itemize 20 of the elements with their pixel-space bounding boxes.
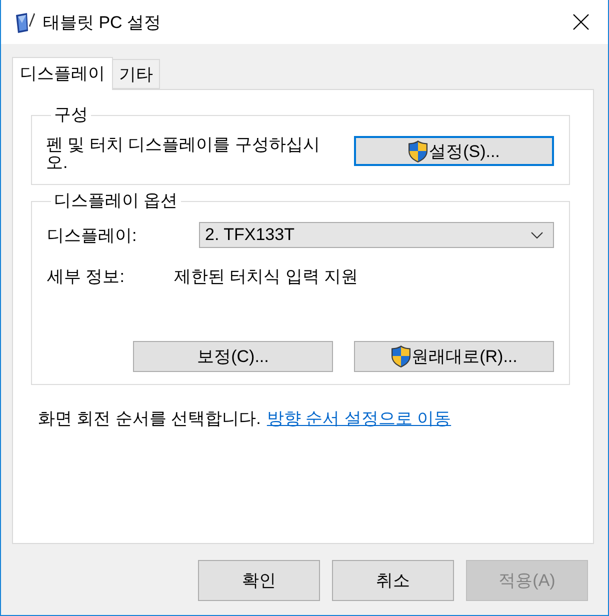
description-text: 펜 및 터치 디스플레이를 구성하십시오. [46,136,321,172]
window-title: 태블릿 PC 설정 [43,12,162,34]
tab[interactable]: 디스플레이 [12,57,113,90]
field-label: 디스플레이: [46,224,138,246]
details-value: 제한된 터치식 입력 지원 [174,266,358,288]
tab[interactable]: 기타 [113,59,160,89]
field-label: 세부 정보: [46,266,126,288]
dialog-button[interactable]: 취소 [332,560,454,601]
action-button[interactable]: 원래대로(R)... [354,341,554,372]
group-title: 구성 [53,105,89,125]
close-icon [573,14,589,30]
tablet-pen-icon [15,10,35,34]
dialog-button[interactable]: 확인 [198,560,320,601]
settings-button[interactable]: 설정(S)... [354,136,554,166]
action-button[interactable]: 보정(C)... [133,341,333,372]
group-title: 디스플레이 옵션 [53,191,179,211]
rotation-settings-link[interactable]: 방향 순서 설정으로 이동 [266,407,452,430]
rotation-text: 화면 회전 순서를 선택합니다. [38,408,261,430]
chevron-down-icon [531,232,543,238]
display-dropdown[interactable]: 2. TFX133T [199,222,554,248]
